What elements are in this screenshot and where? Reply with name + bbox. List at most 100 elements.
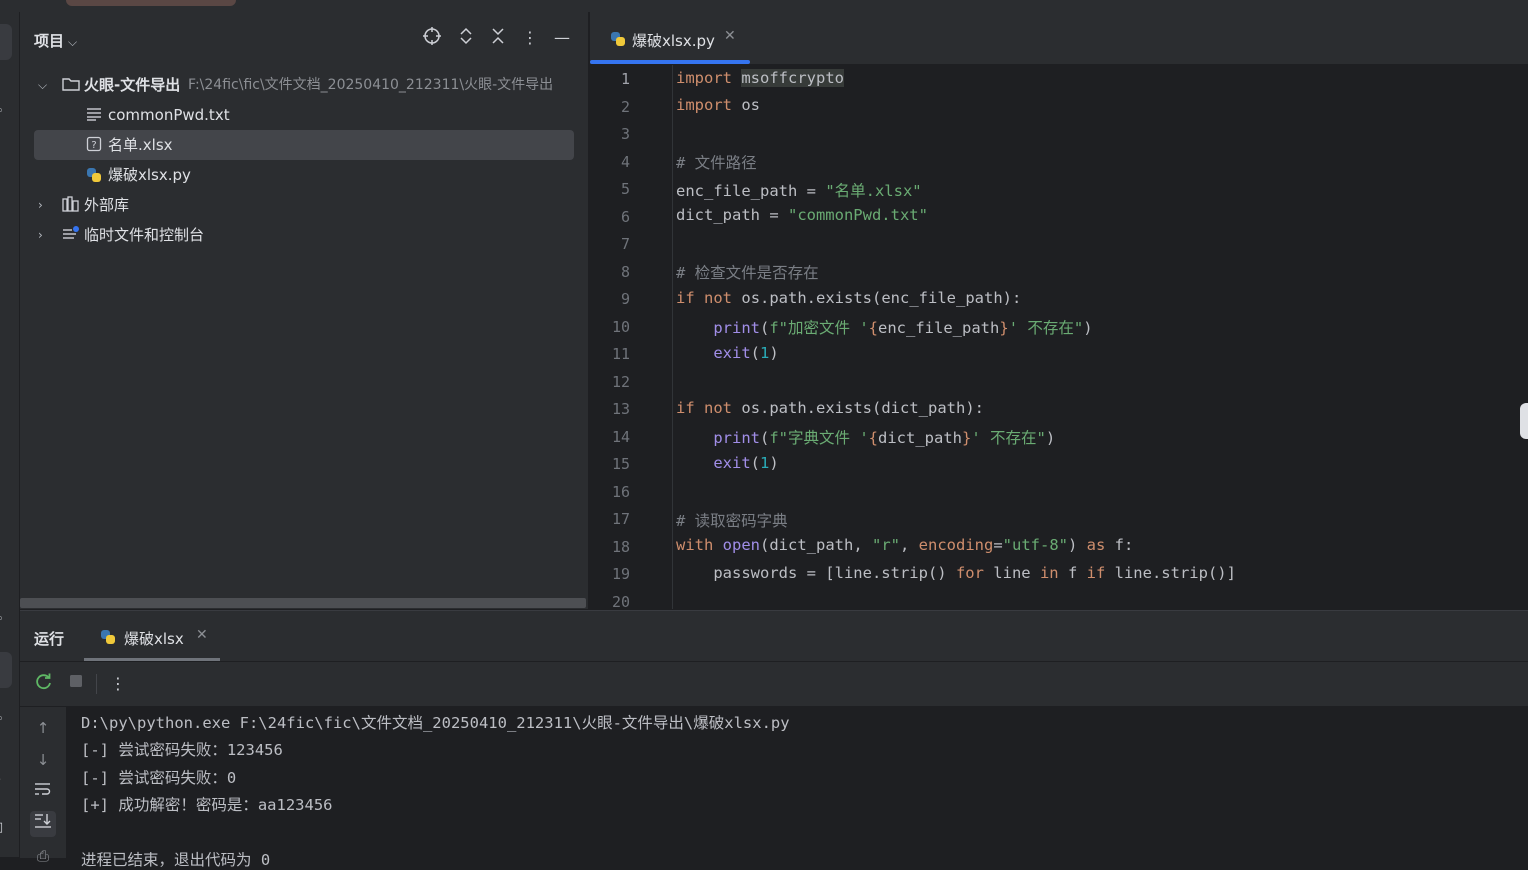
line-number: 1 [590,70,630,88]
tree-item-label: 临时文件和控制台 [84,220,204,250]
line-number-gutter: 1234567891011121314151617181920 [590,65,652,609]
code-line: passwords = [line.strip() for line in f … [676,564,1236,582]
title-bar [0,0,1528,12]
run-tab-label: 爆破xlsx [124,628,184,649]
line-number: 19 [590,565,630,583]
tree-item-path: F:\24fic\fic\文件文档_20250410_212311\火眼-文件导… [188,70,553,100]
python-packages-icon[interactable]: ◦ [0,712,4,727]
tree-item-pyfile[interactable]: 爆破xlsx.py [34,160,574,190]
code-line: dict_path = "commonPwd.txt" [676,206,928,224]
more-options-icon[interactable]: ⋮ [106,672,130,696]
code-comment: # 检查文件是否存在 [676,261,819,283]
terminal-icon[interactable]: ▯ [0,820,3,835]
line-number: 13 [590,400,630,418]
line-number: 6 [590,208,630,226]
line-number: 16 [590,483,630,501]
line-number: 11 [590,345,630,363]
left-tool-strip: ◦ · ◦ ◦ › ▯ [0,12,20,857]
project-title: 项目 [34,32,64,50]
code-comment: # 文件路径 [676,151,757,173]
collapse-all-icon[interactable] [486,26,510,50]
close-icon[interactable]: ✕ [724,28,736,44]
line-number: 14 [590,428,630,446]
code-editor: 爆破xlsx.py ✕ 1234567891011121314151617181… [590,12,1528,609]
code-line: enc_file_path = "名单.xlsx" [676,179,922,201]
editor-tab-active[interactable]: 爆破xlsx.py ✕ [590,12,750,64]
console-side-toolbar: ↑ ↓ ⎙ [20,707,66,858]
console-line: [-] 尝试密码失败：0 [81,766,236,788]
run-tab-active[interactable]: 爆破xlsx ✕ [84,611,220,661]
stop-icon[interactable] [64,672,88,696]
console-line: D:\py\python.exe F:\24fic\fic\文件文档_20250… [81,711,790,733]
line-number: 15 [590,455,630,473]
python-file-icon [610,31,626,47]
line-number: 18 [590,538,630,556]
library-icon [62,190,80,220]
code-line: print(f"字典文件 '{dict_path}' 不存在") [676,426,1055,448]
tree-item-label: 爆破xlsx.py [108,160,191,190]
expand-all-icon[interactable] [454,26,478,50]
more-options-icon[interactable]: ⋮ [518,26,542,50]
code-line: import os [676,96,760,114]
tree-item-label: commonPwd.txt [108,100,230,130]
tree-item-commonpwd[interactable]: commonPwd.txt [34,100,574,130]
code-line: if not os.path.exists(enc_file_path): [676,289,1021,307]
editor-tab-bar: 爆破xlsx.py ✕ [590,12,1528,65]
run-panel-header: 运行 爆破xlsx ✕ [20,611,1528,661]
chevron-right-icon[interactable]: › [38,220,43,250]
run-toolbar: ⋮ [20,662,1528,707]
run-panel-title: 运行 [34,628,64,649]
unknown-file-icon: ? [86,130,102,160]
line-number: 4 [590,153,630,171]
project-view-selector[interactable]: 项目 ⌵ [34,30,77,51]
tree-item-root-folder[interactable]: ⌵ 火眼-文件导出 F:\24fic\fic\文件文档_20250410_212… [34,70,574,100]
folder-icon [62,70,80,100]
python-console-icon[interactable]: › [0,772,1,787]
console-output[interactable]: D:\py\python.exe F:\24fic\fic\文件文档_20250… [81,707,1521,858]
text-file-icon [86,100,102,130]
hide-panel-icon[interactable]: — [550,26,574,50]
code-line: exit(1) [676,454,779,472]
line-number: 20 [590,593,630,611]
scroll-to-end-icon[interactable] [30,811,56,837]
locate-file-icon[interactable] [420,26,444,50]
line-number: 5 [590,180,630,198]
tree-item-xlsx[interactable]: ? 名单.xlsx [34,130,574,160]
scroll-up-icon[interactable]: ↑ [30,715,56,741]
run-panel: 运行 爆破xlsx ✕ ⋮ ↑ ↓ ⎙ D:\py\python.exe F:\… [20,610,1528,858]
print-icon[interactable]: ⎙ [30,843,56,869]
line-number: 7 [590,235,630,253]
line-number: 17 [590,510,630,528]
project-panel: 项目 ⌵ ⋮ — ⌵ 火眼-文件导出 F:\24fic\fic\文件文档_2025… [20,12,588,609]
horizontal-scrollbar[interactable] [20,598,586,608]
code-line: import msoffcrypto [676,69,844,87]
chevron-down-icon[interactable]: ⌵ [38,70,47,100]
line-number: 12 [590,373,630,391]
line-number: 3 [590,125,630,143]
commit-icon[interactable]: ◦ [0,104,4,119]
project-panel-header: 项目 ⌵ ⋮ — [20,12,588,66]
code-line: exit(1) [676,344,779,362]
code-comment: # 读取密码字典 [676,509,788,531]
console-line: 进程已结束，退出代码为 0 [81,848,270,870]
chevron-down-icon: ⌵ [68,35,77,49]
svg-text:?: ? [91,140,96,151]
code-area[interactable]: import msoffcrypto import os # 文件路径 enc_… [676,65,1516,609]
close-icon[interactable]: ✕ [196,627,208,643]
line-number: 10 [590,318,630,336]
tree-item-external-libraries[interactable]: › 外部库 [34,190,574,220]
chevron-right-icon[interactable]: › [38,190,43,220]
project-tool-button[interactable] [0,24,12,60]
rerun-icon[interactable] [32,672,56,696]
code-line: with open(dict_path, "r", encoding="utf-… [676,536,1133,554]
tree-item-scratches[interactable]: › 临时文件和控制台 [34,220,574,250]
tab-label: 爆破xlsx.py [632,30,715,51]
soft-wrap-icon[interactable] [30,779,56,805]
scroll-down-icon[interactable]: ↓ [30,747,56,773]
scratches-icon [62,220,80,250]
scroll-handle[interactable] [1520,403,1528,439]
line-number: 2 [590,98,630,116]
tree-item-label: 名单.xlsx [108,130,173,160]
run-tool-button[interactable] [0,652,12,688]
services-icon[interactable]: ◦ [0,612,4,627]
